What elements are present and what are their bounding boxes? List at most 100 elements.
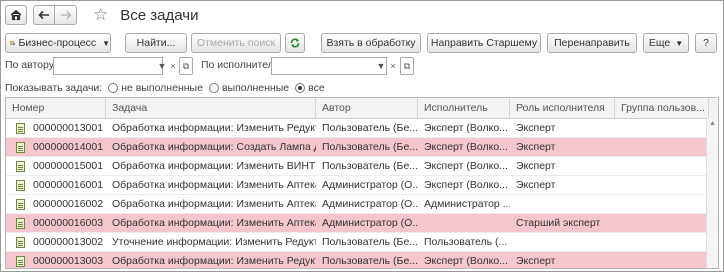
author-filter-label: По автору:: [5, 59, 57, 71]
cell-text: Эксперт: [516, 141, 556, 153]
cell-text: Пользователь (...: [424, 236, 508, 248]
cell-task: Обработка информации: Изменить Аптека №.…: [106, 195, 316, 213]
redirect-button[interactable]: Перенаправить: [547, 33, 637, 53]
table-row[interactable]: 000000015001 Обработка информации: Измени…: [6, 157, 718, 176]
cell-task: Обработка информации: Создать Лампа ДР..…: [106, 138, 316, 156]
radio-all[interactable]: [295, 83, 306, 93]
find-button[interactable]: Найти...: [125, 33, 187, 53]
cell-text: 000000014001: [33, 140, 104, 153]
business-process-icon: [10, 40, 16, 46]
cell-group: [615, 214, 709, 232]
business-process-button[interactable]: Бизнес-процесс ▼: [5, 33, 111, 53]
cell-text: Пользователь (Бе...: [322, 255, 418, 267]
more-button[interactable]: Еще ▼: [643, 33, 689, 53]
cell-author: Пользователь (Бе...: [316, 119, 418, 137]
cell-text: Обработка информации: Изменить Редуктор.…: [112, 122, 316, 134]
cell-task: Обработка информации: Изменить Редуктор.…: [106, 119, 316, 137]
column-user-group[interactable]: Группа пользов...: [615, 98, 709, 118]
table-row[interactable]: 000000016003 Обработка информации: Измени…: [6, 214, 718, 233]
cell-number: 000000016002: [6, 195, 106, 213]
table-row[interactable]: 000000016001 Обработка информации: Измени…: [6, 176, 718, 195]
cell-role: Эксперт: [510, 138, 615, 156]
column-author[interactable]: Автор: [316, 98, 418, 118]
cell-group: [615, 195, 709, 213]
cell-text: Пользователь (Бе...: [322, 141, 418, 153]
chevron-down-icon: ▼: [102, 38, 110, 48]
table-row[interactable]: 000000013003 Обработка информации: Измени…: [6, 252, 718, 268]
cell-text: Администратор (О...: [322, 179, 418, 191]
task-icon: [16, 198, 25, 210]
table-row[interactable]: 000000013002 Уточнение информации: Измени…: [6, 233, 718, 252]
radio-not-completed-label: не выполненные: [121, 82, 203, 94]
scroll-up-icon[interactable]: ▲: [709, 120, 716, 127]
column-executor[interactable]: Исполнитель: [418, 98, 510, 118]
show-tasks-filter: Показывать задачи: не выполненные выполн…: [5, 81, 325, 95]
author-filter-input[interactable]: [53, 57, 163, 75]
cell-number: 000000013001: [6, 119, 106, 137]
radio-completed[interactable]: [208, 83, 219, 93]
cell-executor: Пользователь (...: [418, 233, 510, 251]
title-bar: ☆ Все задачи: [5, 4, 198, 26]
clear-executor-icon[interactable]: ×: [386, 57, 400, 75]
task-icon: [16, 217, 25, 229]
cancel-search-button[interactable]: Отменить поиск: [191, 33, 281, 53]
refresh-button[interactable]: [285, 33, 305, 53]
take-to-work-button[interactable]: Взять в обработку: [321, 33, 421, 53]
cell-text: Администратор ...: [424, 198, 510, 210]
home-button[interactable]: [5, 5, 27, 25]
send-to-senior-button[interactable]: Направить Старшему: [427, 33, 541, 53]
column-task[interactable]: Задача: [106, 98, 316, 118]
executor-filter-input[interactable]: [271, 57, 387, 75]
column-executor-role[interactable]: Роль исполнителя: [510, 98, 615, 118]
task-icon: [16, 236, 25, 248]
cell-text: Эксперт (Волко...: [424, 255, 508, 267]
cell-text: Эксперт: [516, 122, 556, 134]
cell-executor: Эксперт (Волко...: [418, 138, 510, 156]
task-icon: [16, 122, 25, 134]
cell-group: [615, 157, 709, 175]
cell-role: Эксперт: [510, 119, 615, 137]
table-row[interactable]: 000000014001 Обработка информации: Создат…: [6, 138, 718, 157]
page-title: Все задачи: [120, 6, 199, 24]
cell-role: Старший эксперт: [510, 214, 615, 232]
back-button[interactable]: [33, 5, 55, 25]
cell-author: Пользователь (Бе...: [316, 157, 418, 175]
cell-group: [615, 119, 709, 137]
cell-text: Эксперт: [516, 179, 556, 191]
business-process-label: Бизнес-процесс: [18, 37, 97, 49]
cell-task: Обработка информации: Изменить Аптека №.…: [106, 214, 316, 232]
cell-text: Эксперт (Волко...: [424, 141, 508, 153]
home-icon: [10, 9, 22, 21]
help-button[interactable]: ?: [695, 33, 717, 53]
cell-number: 000000015001: [6, 157, 106, 175]
radio-not-completed[interactable]: [108, 83, 119, 93]
vertical-scrollbar[interactable]: ▲: [706, 118, 718, 268]
open-author-icon[interactable]: ⧉: [179, 57, 193, 75]
cell-text: Обработка информации: Изменить Аптека №.…: [112, 217, 316, 229]
window-frame: ☆ Все задачи Бизнес-процесс ▼ Найти... О…: [0, 0, 724, 272]
cell-author: Администратор (О...: [316, 214, 418, 232]
cell-number: 000000016003: [6, 214, 106, 232]
more-label: Еще: [648, 37, 671, 49]
cell-executor: Администратор ...: [418, 195, 510, 213]
cell-text: Эксперт: [516, 160, 556, 172]
open-executor-icon[interactable]: ⧉: [400, 57, 414, 75]
cell-text: Обработка информации: Создать Лампа ДР..…: [112, 141, 316, 153]
table-header: Номер Задача Автор Исполнитель Роль испо…: [6, 98, 718, 119]
cell-executor: Эксперт (Волко...: [418, 176, 510, 194]
cell-group: [615, 233, 709, 251]
cell-text: Обработка информации: Изменить Аптека №.…: [112, 198, 316, 210]
cell-text: Эксперт (Волко...: [424, 179, 508, 191]
cell-role: Эксперт: [510, 176, 615, 194]
favorite-star-icon[interactable]: ☆: [93, 5, 108, 25]
column-number[interactable]: Номер: [6, 98, 106, 118]
task-icon: [16, 160, 25, 172]
cell-text: Эксперт (Волко...: [424, 160, 508, 172]
forward-button[interactable]: [55, 5, 77, 25]
table-row[interactable]: 000000016002 Обработка информации: Измени…: [6, 195, 718, 214]
cell-author: Администратор (О...: [316, 176, 418, 194]
clear-author-icon[interactable]: ×: [166, 57, 180, 75]
table-row[interactable]: 000000013001 Обработка информации: Измени…: [6, 119, 718, 138]
show-tasks-label: Показывать задачи:: [5, 82, 103, 94]
radio-all-label: все: [308, 82, 325, 94]
